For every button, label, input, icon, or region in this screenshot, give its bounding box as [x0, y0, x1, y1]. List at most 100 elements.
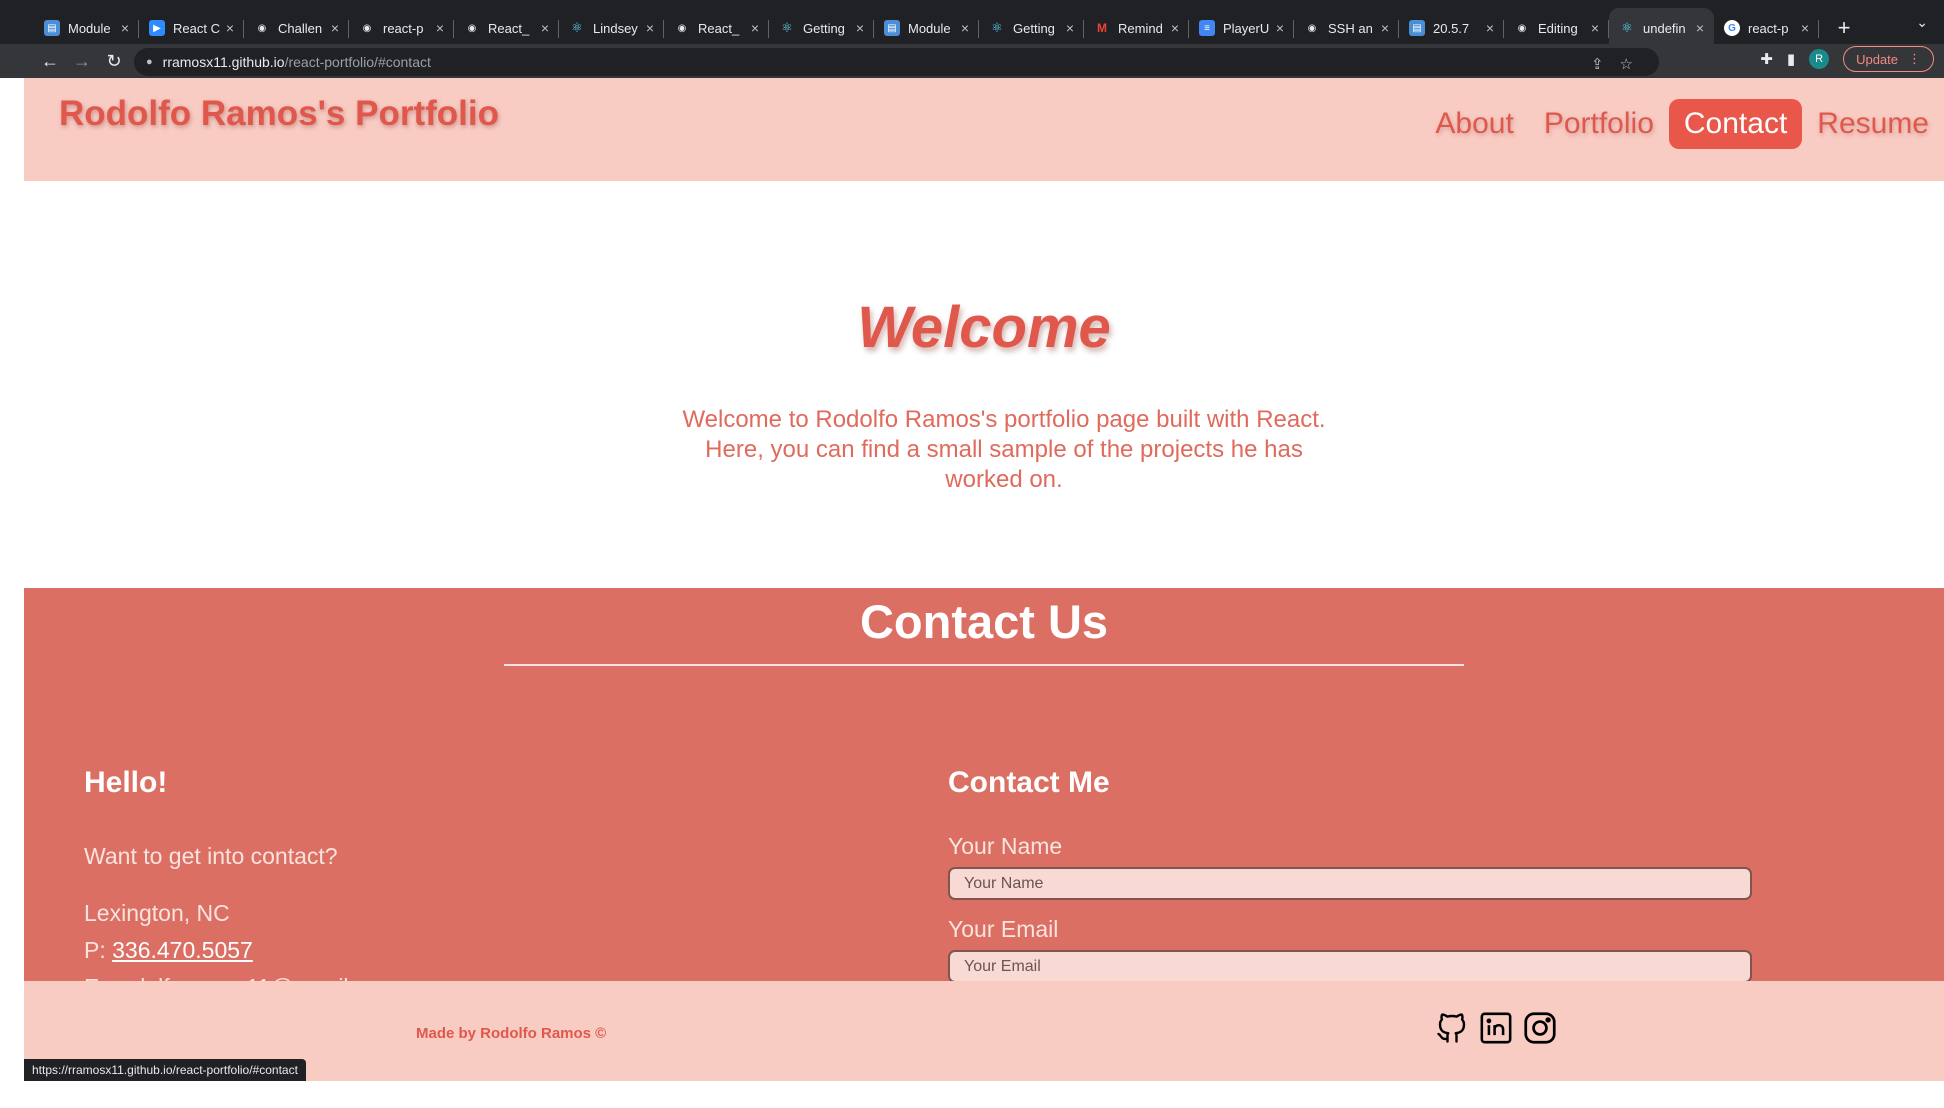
- email-input[interactable]: [948, 950, 1752, 983]
- update-button[interactable]: Update ⋮: [1843, 46, 1934, 72]
- share-icon[interactable]: ⇪: [1591, 55, 1604, 73]
- react-icon: ⚛: [571, 20, 583, 35]
- browser-tab[interactable]: ≡ PlayerU ×: [1189, 8, 1294, 48]
- contact-title: Contact Us: [859, 595, 1109, 648]
- lock-icon[interactable]: ●: [146, 56, 153, 68]
- tab-search-icon[interactable]: ⌄: [1916, 14, 1928, 31]
- close-icon[interactable]: ×: [1066, 20, 1074, 36]
- main-nav: About Portfolio Contact Resume: [1420, 99, 1944, 149]
- reload-icon[interactable]: ↻: [98, 51, 130, 72]
- email-label: Your Email: [948, 916, 1059, 942]
- tab-title: Remind: [1118, 20, 1163, 36]
- kebab-menu-icon: ⋮: [1908, 51, 1921, 66]
- browser-tab[interactable]: ◉ Editing ×: [1504, 8, 1609, 48]
- site-brand: Rodolfo Ramos's Portfolio: [59, 94, 499, 133]
- welcome-title: Welcome: [857, 295, 1111, 360]
- nav-about[interactable]: About: [1420, 99, 1528, 149]
- tab-title: React C: [173, 20, 220, 36]
- browser-tab[interactable]: ▶ React C ×: [139, 8, 244, 48]
- tab-title: Lindsey: [593, 20, 638, 36]
- close-icon[interactable]: ×: [541, 20, 549, 36]
- update-label: Update: [1856, 51, 1898, 67]
- tab-title: 20.5.7: [1433, 20, 1470, 36]
- close-icon[interactable]: ×: [436, 20, 444, 36]
- welcome-section: Welcome Welcome to Rodolfo Ramos's portf…: [24, 181, 1944, 588]
- browser-tab[interactable]: ◉ Challen ×: [244, 8, 349, 48]
- browser-tab[interactable]: ◉ React_ ×: [454, 8, 559, 48]
- tab-title: Editing: [1538, 20, 1578, 36]
- tab-title: React_: [488, 20, 530, 36]
- new-tab-plus-icon[interactable]: +: [1827, 8, 1861, 48]
- side-panel-icon[interactable]: ▮: [1787, 50, 1795, 68]
- tab-strip: ▤ Module × ▶ React C × ◉ Challen × ◉ react-p × ◉ Reac…: [0, 0, 1944, 48]
- close-icon[interactable]: ×: [1696, 20, 1704, 36]
- close-icon[interactable]: ×: [1276, 20, 1284, 36]
- nav-portfolio[interactable]: Portfolio: [1529, 99, 1669, 149]
- site-footer: Made by Rodolfo Ramos ©: [24, 981, 1944, 1081]
- close-icon[interactable]: ×: [751, 20, 759, 36]
- tab-title: Challen: [278, 20, 323, 36]
- contact-location: Lexington, NC: [84, 900, 230, 926]
- social-links: [1433, 1009, 1559, 1047]
- browser-tab[interactable]: ◉ SSH an ×: [1294, 8, 1399, 48]
- close-icon[interactable]: ×: [646, 20, 654, 36]
- close-icon[interactable]: ×: [121, 20, 129, 36]
- page-viewport: Rodolfo Ramos's Portfolio About Portfoli…: [24, 78, 1944, 1108]
- browser-tab[interactable]: ◉ react-p ×: [349, 8, 454, 48]
- browser-tab[interactable]: ⚛ undefin ×: [1609, 8, 1714, 48]
- close-icon[interactable]: ×: [961, 20, 969, 36]
- browser-tab[interactable]: M Remind ×: [1084, 8, 1189, 48]
- phone-link[interactable]: 336.470.5057: [112, 937, 253, 963]
- tab-title: Getting: [1013, 20, 1055, 36]
- linkedin-icon[interactable]: [1477, 1009, 1515, 1047]
- browser-tab[interactable]: ⚛ Lindsey ×: [559, 8, 664, 48]
- browser-tab[interactable]: ▤ Module ×: [34, 8, 139, 48]
- doc-icon: ▤: [1409, 20, 1425, 36]
- browser-tab[interactable]: ▤ Module ×: [874, 8, 979, 48]
- extensions-puzzle-icon[interactable]: ✚: [1760, 50, 1773, 68]
- github-icon: ◉: [257, 22, 267, 34]
- react-icon: ⚛: [991, 20, 1003, 35]
- footer-credit: Made by Rodolfo Ramos ©: [416, 1025, 607, 1042]
- tab-title: undefin: [1643, 20, 1686, 36]
- gdocs-icon: ≡: [1199, 20, 1215, 36]
- tab-title: React_: [698, 20, 740, 36]
- browser-tab[interactable]: ⚛ Getting ×: [979, 8, 1084, 48]
- close-icon[interactable]: ×: [1591, 20, 1599, 36]
- link-status-bar: https://rramosx11.github.io/react-portfo…: [24, 1059, 306, 1081]
- zoom-icon: ▶: [149, 20, 165, 36]
- browser-chrome: ▤ Module × ▶ React C × ◉ Challen × ◉ react-p × ◉ Reac…: [0, 0, 1944, 78]
- close-icon[interactable]: ×: [331, 20, 339, 36]
- tab-title: Getting: [803, 20, 845, 36]
- browser-tab[interactable]: ⚛ Getting ×: [769, 8, 874, 48]
- browser-tab[interactable]: ◉ React_ ×: [664, 8, 769, 48]
- bookmark-star-icon[interactable]: ☆: [1620, 55, 1633, 73]
- close-icon[interactable]: ×: [1801, 20, 1809, 36]
- close-icon[interactable]: ×: [1381, 20, 1389, 36]
- name-input[interactable]: [948, 867, 1752, 900]
- nav-contact[interactable]: Contact: [1668, 99, 1803, 149]
- name-label: Your Name: [948, 833, 1063, 859]
- nav-resume[interactable]: Resume: [1802, 99, 1944, 149]
- tab-title: PlayerU: [1223, 20, 1270, 36]
- omnibox-actions: ⇪ ☆: [1591, 55, 1633, 73]
- contact-section: Contact Us Hello! Want to get into conta…: [24, 588, 1944, 1000]
- instagram-icon[interactable]: [1521, 1009, 1559, 1047]
- address-bar[interactable]: ● rramosx11.github.io/react-portfolio/#c…: [134, 48, 1659, 76]
- gmail-icon: M: [1097, 21, 1107, 35]
- welcome-text: Welcome to Rodolfo Ramos's portfolio pag…: [682, 406, 1326, 493]
- close-icon[interactable]: ×: [226, 20, 234, 36]
- browser-tab[interactable]: Greact-p ×: [1714, 8, 1819, 48]
- close-icon[interactable]: ×: [1486, 20, 1494, 36]
- profile-avatar[interactable]: R: [1809, 49, 1830, 69]
- github-icon[interactable]: [1433, 1009, 1471, 1047]
- tab-title: react-p: [1748, 20, 1789, 36]
- close-icon[interactable]: ×: [856, 20, 864, 36]
- hello-heading: Hello!: [84, 766, 168, 799]
- browser-tab[interactable]: ▤ 20.5.7 ×: [1399, 8, 1504, 48]
- forward-arrow-icon[interactable]: →: [66, 51, 98, 72]
- close-icon[interactable]: ×: [1171, 20, 1179, 36]
- github-icon: ◉: [467, 22, 477, 34]
- tab-title: Module: [908, 20, 951, 36]
- back-arrow-icon[interactable]: ←: [34, 51, 66, 72]
